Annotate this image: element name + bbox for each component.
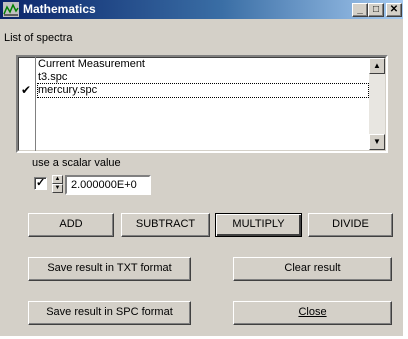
arrow-down-icon: ▼: [373, 137, 381, 146]
mathematics-window: Mathematics _ □ ✕ List of spectra Curren…: [0, 0, 403, 336]
listbox-border: [18, 57, 386, 151]
add-button[interactable]: ADD: [28, 213, 114, 237]
list-item[interactable]: Current Measurement: [38, 58, 145, 71]
scroll-down-button[interactable]: ▼: [369, 134, 385, 150]
list-of-spectra-label: List of spectra: [4, 32, 73, 44]
close-label: Close: [298, 306, 327, 318]
check-column: [18, 57, 36, 151]
close-window-button[interactable]: ✕: [386, 3, 402, 17]
save-txt-button[interactable]: Save result in TXT format: [28, 257, 191, 281]
title-bar[interactable]: Mathematics _ □ ✕: [0, 0, 403, 19]
checkmark-icon: ✔: [21, 83, 32, 97]
clear-result-button[interactable]: Clear result: [233, 257, 392, 281]
maximize-icon: □: [372, 4, 380, 15]
arrow-up-icon: ▲: [373, 61, 381, 70]
arrow-down-icon: ▼: [54, 185, 61, 191]
multiply-label: MULTIPLY: [232, 218, 285, 230]
save-spc-button[interactable]: Save result in SPC format: [28, 301, 191, 325]
scalar-checkbox[interactable]: ✓: [34, 177, 47, 190]
app-icon: [3, 2, 19, 17]
spin-up-button[interactable]: ▲: [52, 175, 63, 184]
arrow-up-icon: ▲: [54, 176, 61, 182]
minimize-button[interactable]: _: [352, 3, 368, 17]
window-title: Mathematics: [23, 2, 96, 16]
scalar-value-input[interactable]: 2.000000E+0: [65, 175, 151, 195]
scalar-label: use a scalar value: [32, 157, 121, 169]
scalar-spinner[interactable]: ▲ ▼: [52, 175, 63, 193]
spin-down-button[interactable]: ▼: [52, 184, 63, 193]
list-item[interactable]: t3.spc: [38, 71, 67, 84]
multiply-button[interactable]: MULTIPLY: [215, 213, 302, 237]
minimize-icon: _: [357, 4, 363, 15]
divide-button[interactable]: DIVIDE: [308, 213, 393, 237]
maximize-button[interactable]: □: [368, 3, 384, 17]
close-button[interactable]: Close: [233, 301, 392, 325]
spectra-listbox[interactable]: Current Measurement t3.spc ✔ mercury.spc…: [16, 55, 388, 153]
close-icon: ✕: [389, 4, 399, 15]
subtract-button[interactable]: SUBTRACT: [121, 213, 210, 237]
scroll-up-button[interactable]: ▲: [369, 58, 385, 74]
check-icon: ✓: [36, 177, 46, 189]
vertical-scrollbar[interactable]: ▲ ▼: [369, 58, 385, 150]
list-item-selected[interactable]: mercury.spc: [37, 83, 369, 98]
